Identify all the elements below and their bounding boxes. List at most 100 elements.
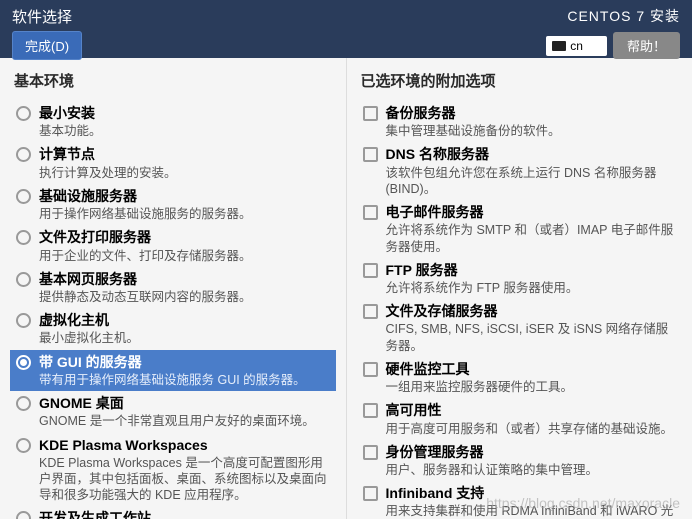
option-desc: 带有用于操作网络基础设施服务 GUI 的服务器。 (39, 372, 330, 388)
radio-icon (16, 355, 31, 370)
header-bar: 软件选择 完成(D) CENTOS 7 安装 cn 帮助！ (0, 0, 692, 58)
addon-option[interactable]: 电子邮件服务器允许将系统作为 SMTP 和（或者）IMAP 电子邮件服务器使用。 (357, 200, 683, 258)
option-name: 备份服务器 (386, 104, 677, 122)
option-desc: 允许将系统作为 FTP 服务器使用。 (386, 280, 677, 296)
addon-option[interactable]: 文件及存储服务器CIFS, SMB, NFS, iSCSI, iSER 及 iS… (357, 299, 683, 357)
option-desc: GNOME 是一个非常直观且用户友好的桌面环境。 (39, 413, 330, 429)
option-body: 虚拟化主机最小虚拟化主机。 (39, 311, 330, 346)
environment-option[interactable]: 最小安装基本功能。 (10, 101, 336, 142)
environment-option[interactable]: 虚拟化主机最小虚拟化主机。 (10, 308, 336, 349)
option-desc: 用来支持集群和使用 RDMA InfiniBand 和 iWARO 光纤的网状连… (386, 503, 677, 519)
option-body: 文件及打印服务器用于企业的文件、打印及存储服务器。 (39, 228, 330, 263)
option-desc: CIFS, SMB, NFS, iSCSI, iSER 及 iSNS 网络存储服… (386, 321, 677, 354)
option-desc: 用于企业的文件、打印及存储服务器。 (39, 248, 330, 264)
option-body: 硬件监控工具一组用来监控服务器硬件的工具。 (386, 360, 677, 395)
addon-option[interactable]: 硬件监控工具一组用来监控服务器硬件的工具。 (357, 357, 683, 398)
addon-option[interactable]: DNS 名称服务器该软件包组允许您在系统上运行 DNS 名称服务器(BIND)。 (357, 142, 683, 200)
option-name: 文件及打印服务器 (39, 228, 330, 246)
header-left: 软件选择 完成(D) (12, 6, 82, 52)
option-name: Infiniband 支持 (386, 484, 677, 502)
option-name: 硬件监控工具 (386, 360, 677, 378)
radio-icon (16, 106, 31, 121)
checkbox-icon (363, 304, 378, 319)
option-name: 电子邮件服务器 (386, 203, 677, 221)
option-desc: 用于高度可用服务和（或者）共享存储的基础设施。 (386, 421, 677, 437)
option-name: 开发及生成工作站 (39, 509, 330, 519)
radio-icon (16, 313, 31, 328)
environment-option[interactable]: 带 GUI 的服务器带有用于操作网络基础设施服务 GUI 的服务器。 (10, 350, 336, 391)
option-body: 最小安装基本功能。 (39, 104, 330, 139)
option-name: 基础设施服务器 (39, 187, 330, 205)
option-body: 计算节点执行计算及处理的安装。 (39, 145, 330, 180)
environment-option[interactable]: 基本网页服务器提供静态及动态互联网内容的服务器。 (10, 267, 336, 308)
option-desc: 一组用来监控服务器硬件的工具。 (386, 379, 677, 395)
header-right: CENTOS 7 安装 cn 帮助！ (546, 6, 680, 52)
option-desc: 最小虚拟化主机。 (39, 330, 330, 346)
option-body: 备份服务器集中管理基础设施备份的软件。 (386, 104, 677, 139)
option-desc: 该软件包组允许您在系统上运行 DNS 名称服务器(BIND)。 (386, 165, 677, 198)
addon-option[interactable]: Infiniband 支持用来支持集群和使用 RDMA InfiniBand 和… (357, 481, 683, 519)
header-controls: cn 帮助！ (546, 32, 680, 59)
addon-option[interactable]: 高可用性用于高度可用服务和（或者）共享存储的基础设施。 (357, 398, 683, 439)
addon-option[interactable]: FTP 服务器允许将系统作为 FTP 服务器使用。 (357, 258, 683, 299)
addon-option[interactable]: 备份服务器集中管理基础设施备份的软件。 (357, 101, 683, 142)
checkbox-icon (363, 263, 378, 278)
option-body: KDE Plasma WorkspacesKDE Plasma Workspac… (39, 436, 330, 504)
option-desc: 用户、服务器和认证策略的集中管理。 (386, 462, 677, 478)
radio-icon (16, 147, 31, 162)
addons-list: 备份服务器集中管理基础设施备份的软件。 DNS 名称服务器该软件包组允许您在系统上… (357, 101, 683, 519)
environment-option[interactable]: 基础设施服务器用于操作网络基础设施服务的服务器。 (10, 184, 336, 225)
option-body: 高可用性用于高度可用服务和（或者）共享存储的基础设施。 (386, 401, 677, 436)
option-desc: KDE Plasma Workspaces 是一个高度可配置图形用户界面，其中包… (39, 455, 330, 504)
option-desc: 集中管理基础设施备份的软件。 (386, 123, 677, 139)
radio-icon (16, 396, 31, 411)
addons-panel: 已选环境的附加选项 备份服务器集中管理基础设施备份的软件。 DNS 名称服务器该软… (347, 58, 692, 519)
option-body: 文件及存储服务器CIFS, SMB, NFS, iSCSI, iSER 及 iS… (386, 302, 677, 354)
option-name: DNS 名称服务器 (386, 145, 677, 163)
environment-list: 最小安装基本功能。计算节点执行计算及处理的安装。基础设施服务器用于操作网络基础设… (10, 101, 336, 519)
option-body: FTP 服务器允许将系统作为 FTP 服务器使用。 (386, 261, 677, 296)
option-body: 基本网页服务器提供静态及动态互联网内容的服务器。 (39, 270, 330, 305)
option-body: DNS 名称服务器该软件包组允许您在系统上运行 DNS 名称服务器(BIND)。 (386, 145, 677, 197)
option-name: 计算节点 (39, 145, 330, 163)
option-name: 带 GUI 的服务器 (39, 353, 330, 371)
left-panel-title: 基本环境 (10, 70, 336, 91)
environment-option[interactable]: KDE Plasma WorkspacesKDE Plasma Workspac… (10, 433, 336, 507)
option-desc: 允许将系统作为 SMTP 和（或者）IMAP 电子邮件服务器使用。 (386, 222, 677, 255)
option-body: GNOME 桌面GNOME 是一个非常直观且用户友好的桌面环境。 (39, 394, 330, 429)
right-panel-title: 已选环境的附加选项 (357, 70, 683, 91)
base-environment-panel: 基本环境 最小安装基本功能。计算节点执行计算及处理的安装。基础设施服务器用于操作… (0, 58, 347, 519)
environment-option[interactable]: 开发及生成工作站用于软件、硬件、图形或者内容开发的工作站 (10, 506, 336, 519)
option-body: 基础设施服务器用于操作网络基础设施服务的服务器。 (39, 187, 330, 222)
option-name: 基本网页服务器 (39, 270, 330, 288)
installer-title: CENTOS 7 安装 (567, 6, 680, 26)
help-button[interactable]: 帮助！ (613, 32, 680, 59)
checkbox-icon (363, 486, 378, 501)
keyboard-layout-selector[interactable]: cn (546, 36, 607, 56)
option-body: Infiniband 支持用来支持集群和使用 RDMA InfiniBand 和… (386, 484, 677, 519)
checkbox-icon (363, 445, 378, 460)
checkbox-icon (363, 106, 378, 121)
addon-option[interactable]: 身份管理服务器用户、服务器和认证策略的集中管理。 (357, 440, 683, 481)
radio-icon (16, 230, 31, 245)
radio-icon (16, 189, 31, 204)
lang-code: cn (570, 39, 583, 53)
option-name: GNOME 桌面 (39, 394, 330, 412)
environment-option[interactable]: 文件及打印服务器用于企业的文件、打印及存储服务器。 (10, 225, 336, 266)
option-desc: 提供静态及动态互联网内容的服务器。 (39, 289, 330, 305)
option-name: FTP 服务器 (386, 261, 677, 279)
option-desc: 基本功能。 (39, 123, 330, 139)
keyboard-icon (552, 41, 566, 51)
checkbox-icon (363, 362, 378, 377)
option-name: 文件及存储服务器 (386, 302, 677, 320)
environment-option[interactable]: 计算节点执行计算及处理的安装。 (10, 142, 336, 183)
radio-icon (16, 511, 31, 519)
option-body: 开发及生成工作站用于软件、硬件、图形或者内容开发的工作站 (39, 509, 330, 519)
option-name: 高可用性 (386, 401, 677, 419)
option-name: 最小安装 (39, 104, 330, 122)
option-body: 电子邮件服务器允许将系统作为 SMTP 和（或者）IMAP 电子邮件服务器使用。 (386, 203, 677, 255)
environment-option[interactable]: GNOME 桌面GNOME 是一个非常直观且用户友好的桌面环境。 (10, 391, 336, 432)
done-button[interactable]: 完成(D) (12, 31, 82, 60)
option-body: 身份管理服务器用户、服务器和认证策略的集中管理。 (386, 443, 677, 478)
option-name: 虚拟化主机 (39, 311, 330, 329)
